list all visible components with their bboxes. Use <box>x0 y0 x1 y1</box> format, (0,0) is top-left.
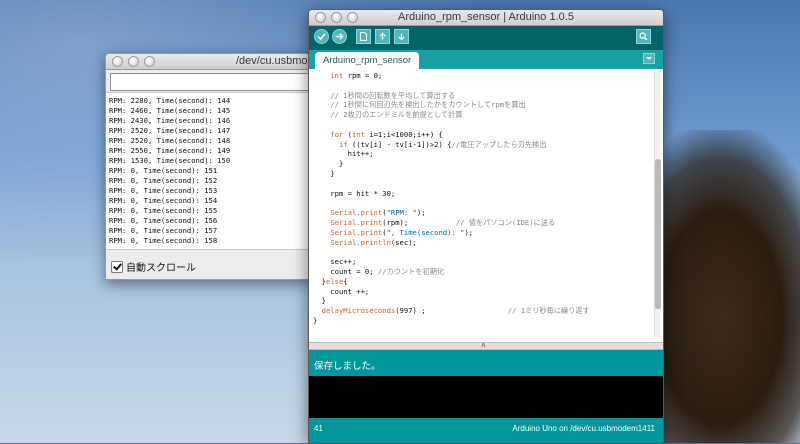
verify-icon[interactable] <box>314 29 329 44</box>
code-line: Serial.print(", Time(second): "); <box>330 227 474 237</box>
serial-output-line: RPM: 2430, Time(second): 146 <box>109 116 231 125</box>
serial-output-line: RPM: 2520, Time(second): 148 <box>109 136 231 145</box>
editor-scrollbar-thumb[interactable] <box>655 159 661 309</box>
current-line-number: 41 <box>314 424 323 433</box>
tab-menu-chevron-down-icon[interactable] <box>643 53 655 64</box>
code-line: // 2枚刃のエンドミルを前提として計算 <box>330 110 463 120</box>
new-icon[interactable] <box>356 29 371 44</box>
editor-console-divider[interactable]: ˄ <box>309 341 663 350</box>
code-line: int rpm = 0; <box>330 71 383 80</box>
code-line: } <box>313 159 344 169</box>
serial-output-line: RPM: 0, Time(second): 151 <box>109 166 218 175</box>
code-line: Serial.print(rpm); // 値をパソコン(IDE)に送る <box>330 217 556 227</box>
serial-output-line: RPM: 2280, Time(second): 144 <box>109 96 231 105</box>
serial-output-line: RPM: 2550, Time(second): 149 <box>109 146 231 155</box>
serial-output-line: RPM: 0, Time(second): 157 <box>109 226 218 235</box>
code-line: for (int i=1;i<1000;i++) { <box>330 129 443 139</box>
serial-monitor-window: /dev/cu.usbmodem1411 RPM: 2280, Time(sec… <box>105 53 314 280</box>
ide-footer: 41 Arduino Uno on /dev/cu.usbmodem1411 <box>309 418 663 443</box>
editor-scrollbar[interactable] <box>654 71 661 337</box>
ide-window-title: Arduino_rpm_sensor | Arduino 1.0.5 <box>398 11 574 23</box>
code-line: hit++; <box>313 149 374 159</box>
upload-icon[interactable] <box>332 29 347 44</box>
code-line: // 1秒間に何回刃先を検出したかをカウントしてrpmを算出 <box>330 100 526 110</box>
serial-output-line: RPM: 0, Time(second): 158 <box>109 236 218 245</box>
code-line: Serial.print("RPM: "); <box>330 208 426 218</box>
ide-titlebar[interactable]: Arduino_rpm_sensor | Arduino 1.0.5 <box>309 10 663 26</box>
minimize-window-button[interactable] <box>128 56 139 67</box>
code-line: sec++; <box>313 257 357 267</box>
serial-output-line: RPM: 0, Time(second): 154 <box>109 196 218 205</box>
autoscroll-label: 自動スクロール <box>126 263 196 274</box>
window-controls <box>112 56 155 67</box>
autoscroll-checkbox[interactable] <box>111 260 123 273</box>
serial-window-title: /dev/cu.usbmodem1411 <box>236 55 313 67</box>
serial-output-line: RPM: 2520, Time(second): 147 <box>109 126 231 135</box>
serial-output-line: RPM: 0, Time(second): 156 <box>109 216 218 225</box>
status-message: 保存しました。 <box>314 361 381 372</box>
code-editor[interactable]: int rpm = 0; // 1秒間の回転数を平均して算出する // 1秒間に… <box>309 69 663 342</box>
board-port-label: Arduino Uno on /dev/cu.usbmodem1411 <box>512 424 655 433</box>
code-line: }else{ <box>313 276 348 286</box>
tab-bar: Arduino_rpm_sensor <box>309 50 663 69</box>
serial-output-area[interactable]: RPM: 2280, Time(second): 144 RPM: 2460, T… <box>106 92 313 250</box>
serial-output-line: RPM: 0, Time(second): 152 <box>109 176 218 185</box>
code-line: delayMicroseconds(997) ; // 1ミリ秒毎に繰り返す <box>321 306 590 316</box>
serial-output-line: RPM: 1530, Time(second): 150 <box>109 156 231 165</box>
save-icon[interactable] <box>394 29 409 44</box>
code-line: Serial.println(sec); <box>330 237 417 247</box>
divider-handle-icon[interactable]: ˄ <box>481 341 486 350</box>
serial-output-line: RPM: 0, Time(second): 155 <box>109 206 218 215</box>
code-line: } <box>313 168 335 178</box>
autoscroll-toggle[interactable]: 自動スクロール <box>111 259 196 274</box>
serial-send-input[interactable] <box>110 73 313 91</box>
open-icon[interactable] <box>375 29 390 44</box>
close-window-button[interactable] <box>112 56 123 67</box>
serial-titlebar[interactable]: /dev/cu.usbmodem1411 <box>106 54 313 70</box>
message-area: 保存しました。 <box>309 350 663 376</box>
serial-output-line: RPM: 2460, Time(second): 145 <box>109 106 231 115</box>
ide-toolbar <box>309 26 663 50</box>
code-line: count = 0; //カウントを初期化 <box>313 266 445 276</box>
code-line: if ((tv[i] - tv[i-1])>2) {//電圧アップしたら刃先検出 <box>338 139 547 149</box>
console-output[interactable] <box>309 376 663 418</box>
code-line: } <box>313 315 318 325</box>
zoom-window-button[interactable] <box>144 56 155 67</box>
arduino-ide-window: Arduino_rpm_sensor | Arduino 1.0.5 Ardui… <box>308 9 664 444</box>
tab-sketch[interactable]: Arduino_rpm_sensor <box>315 52 420 69</box>
code-line: } <box>313 296 326 306</box>
serial-monitor-icon[interactable] <box>636 29 651 44</box>
code-line: // 1秒間の回転数を平均して算出する <box>330 90 456 100</box>
code-text-area[interactable]: int rpm = 0; // 1秒間の回転数を平均して算出する // 1秒間に… <box>313 71 649 339</box>
serial-output-line: RPM: 0, Time(second): 153 <box>109 186 218 195</box>
code-line: rpm = hit * 30; <box>313 188 396 198</box>
code-line: count ++; <box>313 286 370 296</box>
